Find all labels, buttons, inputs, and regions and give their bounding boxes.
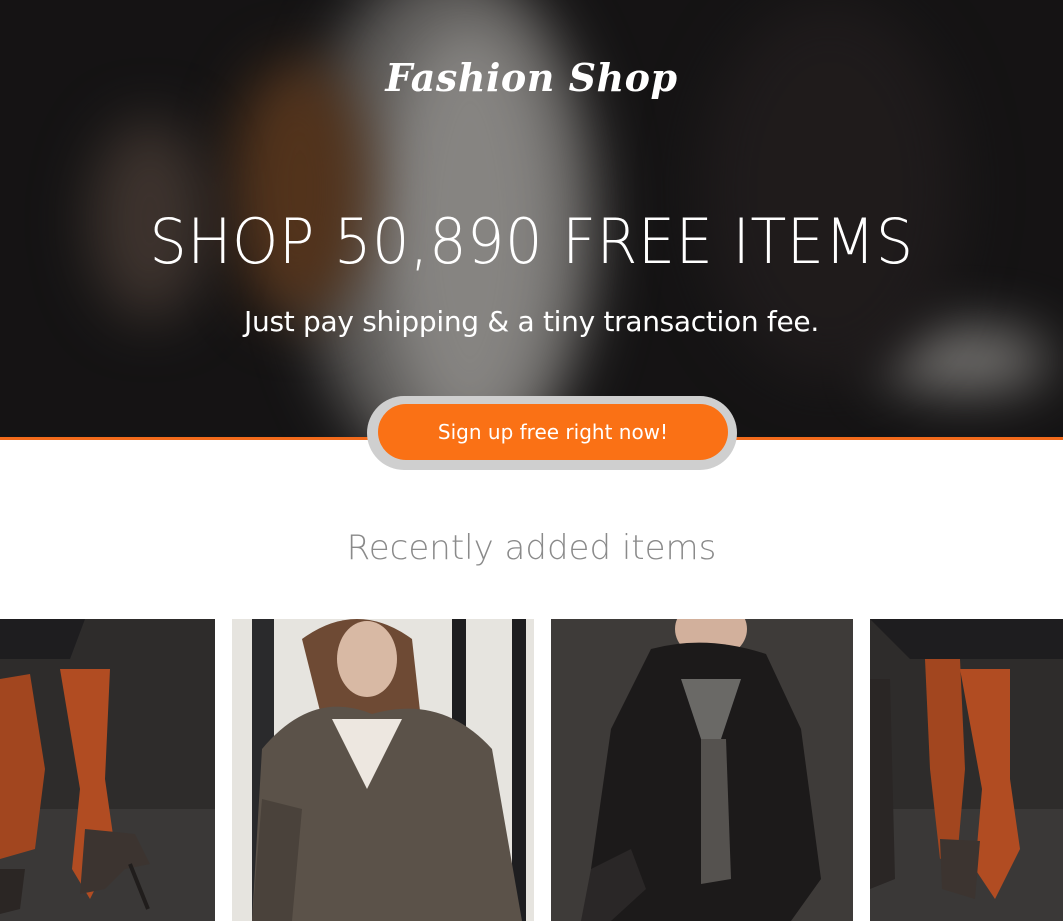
item-photo [232, 619, 534, 921]
item-card[interactable] [551, 619, 853, 921]
signup-button[interactable]: Sign up free right now! [378, 404, 728, 460]
section-title: Recently added items [346, 528, 717, 568]
item-photo [870, 619, 1063, 921]
logo[interactable]: Fashion Shop [0, 55, 1063, 100]
item-photo [551, 619, 853, 921]
item-card[interactable] [870, 619, 1063, 921]
item-card[interactable] [232, 619, 534, 921]
hero-headline: SHOP 50,890 FREE ITEMS [149, 205, 914, 278]
item-card[interactable] [0, 619, 215, 921]
recent-items-gallery [0, 619, 1063, 921]
hero-banner: Fashion Shop SHOP 50,890 FREE ITEMS Just… [0, 0, 1063, 437]
item-photo [0, 619, 215, 921]
hero-subline: Just pay shipping & a tiny transaction f… [244, 305, 819, 338]
